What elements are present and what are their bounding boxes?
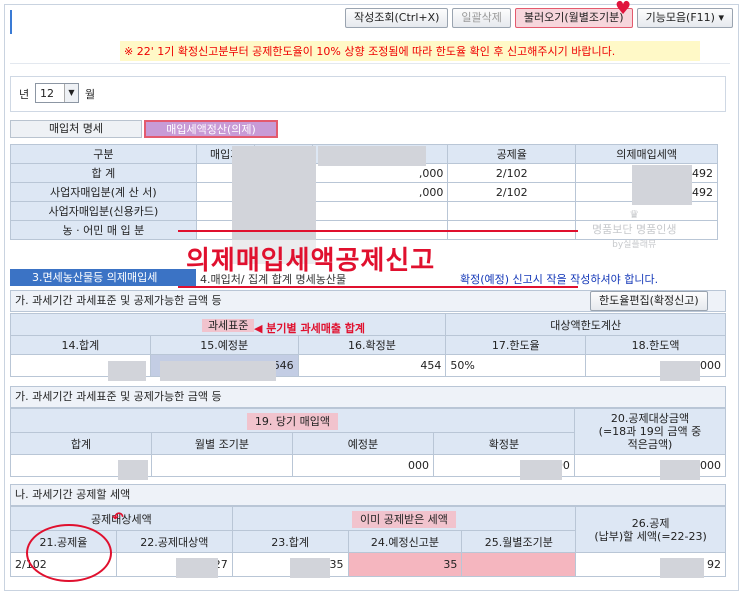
- row-label: 농 · 어민 매 입 분: [10, 220, 197, 240]
- cell: [447, 201, 577, 221]
- period-box: 년 12 ▼ 월: [10, 76, 726, 112]
- col-header: 공제율: [447, 144, 577, 164]
- privacy-blur: [660, 361, 700, 381]
- table-row: 합 계 ,000 2/102 492: [10, 163, 718, 183]
- row-label: 사업자매입분(계 산 서): [10, 182, 197, 202]
- col-header: 구분: [10, 144, 197, 164]
- col-header: 22.공제대상액: [115, 530, 233, 553]
- bulk-delete-button[interactable]: 일괄삭제: [452, 8, 511, 28]
- privacy-blur: [118, 460, 148, 480]
- tax-due-header: 26.공제 (납부)할 세액(=22-23): [575, 506, 726, 553]
- already-label: 이미 공제받은 세액: [351, 510, 456, 528]
- group-c-title-text: 나. 과세기간 공제할 세액: [15, 488, 131, 501]
- left-accent-bar: [10, 10, 12, 34]
- divider: [10, 63, 730, 64]
- group-b-title-text: 가. 과세기간 과세표준 및 공제가능한 금액 등: [15, 390, 222, 403]
- col-header: 16.확정분: [297, 335, 447, 355]
- features-label: 기능모음(F11): [645, 11, 715, 24]
- col-header: 15.예정분: [149, 335, 299, 355]
- cell: ,000: [311, 182, 449, 202]
- preliminary-cell[interactable]: 000: [291, 454, 434, 477]
- col-header: 25.월별조기분: [461, 530, 577, 553]
- tab-deemed-purchase[interactable]: 매입세액정산(의제): [144, 120, 278, 138]
- limit-calc-header: 대상액한도계산: [445, 313, 726, 336]
- monthly-cell[interactable]: [150, 454, 293, 477]
- col-header: 확정분: [432, 432, 575, 455]
- section-note: 확정(예정) 신고시 작을 작성하셔야 합니다.: [460, 273, 659, 286]
- col-header: 18.한도액: [585, 335, 726, 355]
- tab-purchase-detail[interactable]: 매입처 명세: [10, 120, 142, 138]
- col-header: 14.합계: [10, 335, 151, 355]
- privacy-blur: [520, 460, 562, 480]
- limit-rate-cell[interactable]: 50%: [445, 354, 587, 377]
- preliminary-deduct-cell[interactable]: 35: [347, 552, 463, 577]
- final-cell[interactable]: 454: [297, 354, 447, 377]
- write-lookup-button[interactable]: 작성조회(Ctrl+X): [345, 8, 449, 28]
- toolbar: 작성조회(Ctrl+X) 일괄삭제 불러오기(월별조기분) 기능모음(F11) …: [345, 8, 733, 28]
- annotation-circle: [26, 524, 112, 582]
- privacy-blur: [660, 558, 704, 578]
- privacy-blur: [176, 558, 218, 578]
- watermark: ♛ 명품보단 명품인생 by실플래뮤: [592, 208, 676, 250]
- arrow-left-icon: ↶: [112, 510, 124, 526]
- col-header: 24.예정신고분: [347, 530, 463, 553]
- privacy-blur: [660, 460, 700, 480]
- limit-amount-cell[interactable]: 000: [585, 354, 726, 377]
- watermark-line: by실플래뮤: [612, 240, 657, 250]
- dropdown-arrow-icon[interactable]: ▼: [64, 84, 78, 102]
- row-label: 합 계: [10, 163, 197, 183]
- col-header: 의제매입세액: [575, 144, 718, 164]
- limit-rate-edit-button[interactable]: 한도율편집(확정신고): [590, 291, 708, 311]
- privacy-blur: [632, 165, 692, 205]
- table-row: 사업자매입분(계 산 서) ,000 2/102 492: [10, 182, 718, 202]
- year-label: 년: [19, 88, 30, 101]
- month-label: 월: [85, 88, 96, 101]
- privacy-blur: [290, 558, 330, 578]
- tax-base-header: 과세표준: [9, 313, 447, 336]
- section-tab-deemed[interactable]: 3.면세농산물등 의제매입세: [10, 269, 196, 286]
- tax-base-label: 과세표준: [201, 318, 255, 332]
- group-a-title-text: 가. 과세기간 과세표준 및 공제가능한 금액 등: [15, 294, 222, 307]
- purchase-label: 19. 당기 매입액: [246, 412, 339, 430]
- chevron-down-icon: ▾: [718, 11, 724, 24]
- month-select[interactable]: 12 ▼: [35, 83, 79, 103]
- group-b-title: 가. 과세기간 과세표준 및 공제가능한 금액 등: [10, 386, 726, 408]
- target-amount-header: 20.공제대상금액 (=18과 19의 금액 중 적은금액): [573, 408, 727, 455]
- privacy-blur: [318, 146, 426, 166]
- watermark-line: 명품보단 명품인생: [592, 223, 677, 236]
- col-header: 월별 조기분: [150, 432, 293, 455]
- features-menu-button[interactable]: 기능모음(F11) ▾: [636, 8, 733, 28]
- group-c-title: 나. 과세기간 공제할 세액: [10, 484, 726, 506]
- privacy-blur: [160, 361, 276, 381]
- cell: ,000: [311, 163, 449, 183]
- month-value: 12: [40, 87, 54, 100]
- heart-icon: ♥: [615, 0, 632, 19]
- target-amount-cell[interactable]: 000: [573, 454, 727, 477]
- col-header: 17.한도율: [445, 335, 587, 355]
- monthly-deduct-cell[interactable]: [461, 552, 577, 577]
- crown-icon: ♛: [629, 208, 640, 221]
- annotation-underline: [178, 230, 578, 232]
- tab-bar: 매입처 명세 매입세액정산(의제): [10, 120, 280, 138]
- annotation-text: ◀ 분기별 과세매출 합계: [254, 322, 366, 335]
- notice-banner: ※ 22' 1기 확정신고분부터 공제한도율이 10% 상향 조정됨에 따라 한…: [120, 41, 700, 61]
- col-header: 합계: [10, 432, 152, 455]
- cell: 2/102: [447, 182, 577, 202]
- col-header: 예정분: [291, 432, 434, 455]
- purchase-header: 19. 당기 매입액: [10, 408, 575, 433]
- section-tab-summary[interactable]: 4.매입처/ 집계 합계 명세농산물: [200, 271, 346, 287]
- col-header: 23.합계: [231, 530, 349, 553]
- privacy-blur: [108, 361, 146, 381]
- cell: 2/102: [447, 163, 577, 183]
- cell: [311, 201, 449, 221]
- row-label: 사업자매입분(신용카드): [10, 201, 197, 221]
- already-header: 이미 공제받은 세액: [231, 506, 577, 531]
